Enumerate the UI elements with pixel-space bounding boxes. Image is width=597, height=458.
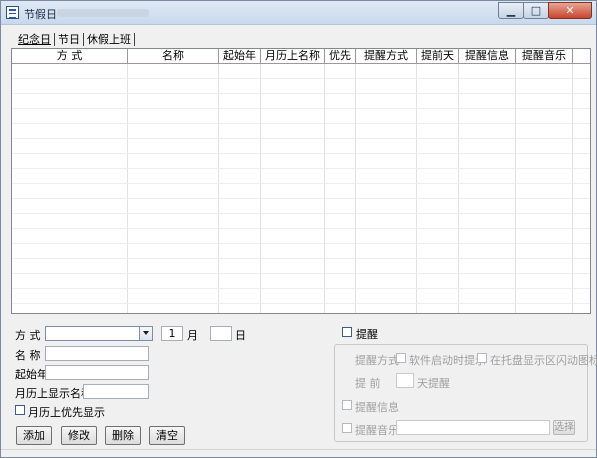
clear-button[interactable]: 清空 xyxy=(149,426,185,445)
title-bar[interactable]: 节假日 ▁ □ ✕ xyxy=(1,1,596,25)
reminder-music-input[interactable] xyxy=(396,420,550,435)
choose-music-button[interactable]: 选择 xyxy=(553,420,575,435)
column-header-filler xyxy=(573,49,590,64)
tab-bar: 纪念日 节日 休假上班 xyxy=(15,32,135,47)
tray-flash-label: 在托盘显示区闪动图标 xyxy=(490,354,597,367)
minimize-button[interactable]: ▁ xyxy=(498,2,524,19)
table-row-line xyxy=(12,123,590,124)
table-row-line xyxy=(12,273,590,274)
table-row-line xyxy=(12,153,590,154)
table-row-line xyxy=(12,258,590,259)
startup-reminder-label: 软件启动时提示 xyxy=(409,354,486,367)
reminder-info-label: 提醒信息 xyxy=(355,401,399,414)
reminder-mode-label: 提醒方式 xyxy=(355,354,399,367)
method-label: 方 式 xyxy=(15,329,41,342)
table-row-line xyxy=(12,108,590,109)
add-button[interactable]: 添加 xyxy=(16,426,52,445)
reminder-music-checkbox[interactable] xyxy=(342,423,352,433)
start-year-input[interactable] xyxy=(45,365,149,380)
reminder-enable-checkbox[interactable] xyxy=(342,327,352,337)
table-row-line xyxy=(12,228,590,229)
month-label: 月 xyxy=(187,329,198,342)
calendar-name-label: 月历上显示名称 xyxy=(15,387,92,400)
column-header-calendar-name[interactable]: 月历上名称 xyxy=(261,49,325,64)
column-divider xyxy=(458,64,459,313)
advance-days-input[interactable] xyxy=(396,373,414,388)
advance-label: 提 前 xyxy=(355,377,381,390)
table-row-line xyxy=(12,78,590,79)
priority-checkbox[interactable] xyxy=(15,405,25,415)
priority-label: 月历上优先显示 xyxy=(28,406,105,419)
column-divider xyxy=(324,64,325,313)
column-divider xyxy=(127,64,128,313)
table-body xyxy=(12,64,590,313)
tab-holiday-work[interactable]: 休假上班 xyxy=(84,32,134,47)
table-row-line xyxy=(12,213,590,214)
reminder-enable-label: 提醒 xyxy=(356,328,378,341)
maximize-button[interactable]: □ xyxy=(523,2,549,19)
reminder-info-checkbox[interactable] xyxy=(342,400,352,410)
day-label: 日 xyxy=(235,329,246,342)
modify-button[interactable]: 修改 xyxy=(61,426,97,445)
column-header-reminder-music[interactable]: 提醒音乐 xyxy=(516,49,573,64)
app-window: 节假日 ▁ □ ✕ 纪念日 节日 休假上班 方 式 名称 起始年 月历上名称 优… xyxy=(0,0,597,458)
column-divider xyxy=(218,64,219,313)
table-row-line xyxy=(12,243,590,244)
name-input[interactable] xyxy=(45,346,149,361)
column-divider xyxy=(260,64,261,313)
status-divider xyxy=(1,449,596,450)
day-input[interactable] xyxy=(210,326,232,341)
table-row-line xyxy=(12,168,590,169)
events-table[interactable]: 方 式 名称 起始年 月历上名称 优先 提醒方式 提前天 提醒信息 提醒音乐 xyxy=(11,48,591,314)
month-input[interactable]: 1 xyxy=(161,326,183,341)
tab-festival[interactable]: 节日 xyxy=(55,32,83,47)
delete-button[interactable]: 删除 xyxy=(105,426,141,445)
method-select[interactable] xyxy=(45,326,153,341)
tab-divider xyxy=(134,33,135,46)
column-header-priority[interactable]: 优先 xyxy=(325,49,356,64)
startup-reminder-checkbox[interactable] xyxy=(396,353,406,363)
window-title: 节假日 xyxy=(24,8,57,21)
table-row-line xyxy=(12,198,590,199)
column-divider xyxy=(355,64,356,313)
table-row-line xyxy=(12,288,590,289)
tab-anniversary[interactable]: 纪念日 xyxy=(15,32,54,47)
minimize-icon: ▁ xyxy=(506,4,516,17)
table-row-line xyxy=(12,183,590,184)
column-header-method[interactable]: 方 式 xyxy=(12,49,128,64)
column-header-advance-days[interactable]: 提前天 xyxy=(417,49,459,64)
maximize-icon: □ xyxy=(530,4,542,17)
close-button[interactable]: ✕ xyxy=(548,2,592,19)
table-header: 方 式 名称 起始年 月历上名称 优先 提醒方式 提前天 提醒信息 提醒音乐 xyxy=(12,49,590,64)
column-header-reminder-info[interactable]: 提醒信息 xyxy=(459,49,516,64)
column-header-start-year[interactable]: 起始年 xyxy=(219,49,261,64)
column-divider xyxy=(572,64,573,313)
advance-days-label: 天提醒 xyxy=(417,377,450,390)
column-header-reminder-mode[interactable]: 提醒方式 xyxy=(356,49,417,64)
tray-flash-checkbox[interactable] xyxy=(477,353,487,363)
name-label: 名 称 xyxy=(15,349,41,362)
calendar-name-input[interactable] xyxy=(83,384,149,399)
column-header-name[interactable]: 名称 xyxy=(128,49,219,64)
blurred-title-text xyxy=(57,9,149,17)
column-divider xyxy=(515,64,516,313)
close-icon: ✕ xyxy=(565,4,575,17)
table-row-line xyxy=(12,138,590,139)
start-year-label: 起始年 xyxy=(15,368,48,381)
table-row-line xyxy=(12,93,590,94)
table-row-line xyxy=(12,303,590,304)
chevron-down-icon[interactable] xyxy=(139,327,152,340)
calendar-app-icon xyxy=(6,6,19,19)
window-controls: ▁ □ ✕ xyxy=(498,2,592,19)
reminder-music-label: 提醒音乐 xyxy=(355,424,399,437)
column-divider xyxy=(416,64,417,313)
